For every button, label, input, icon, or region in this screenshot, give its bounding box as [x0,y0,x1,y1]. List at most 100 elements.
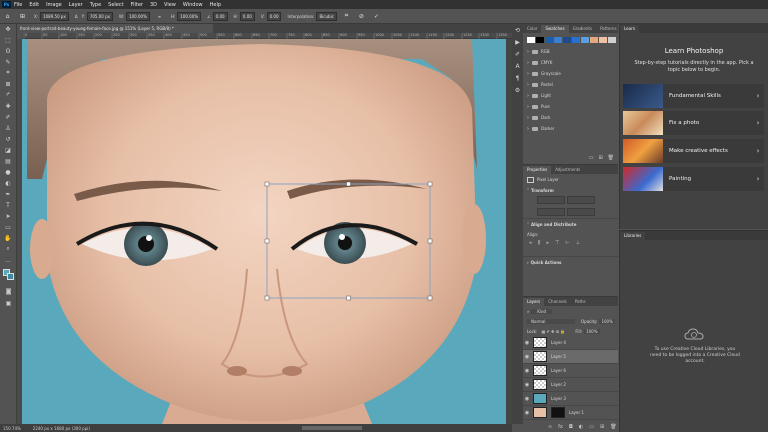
fx-icon[interactable]: fx [558,424,563,430]
learn-card-painting[interactable]: Painting › [623,167,764,191]
layer-name[interactable]: Layer 2 [551,382,566,387]
commit-transform-icon[interactable]: ✓ [373,13,380,20]
delete-swatch-icon[interactable]: 🗑 [608,155,614,161]
tab-gradients[interactable]: Gradients [569,25,597,33]
menu-window[interactable]: Window [183,2,203,8]
tab-patterns[interactable]: Patterns [596,25,620,33]
tab-swatches[interactable]: Swatches [541,25,569,33]
handle-bottom-right[interactable] [427,295,433,301]
color-swatch[interactable] [599,37,607,43]
tab-libraries[interactable]: Libraries [620,232,646,240]
history-brush-tool-icon[interactable]: ↺ [2,134,15,144]
reference-point-icon[interactable]: ⊞ [19,13,26,20]
brush-settings-icon[interactable]: ✐ [513,50,522,59]
menu-help[interactable]: Help [210,2,221,8]
healing-brush-tool-icon[interactable]: ✚ [2,101,15,111]
tab-learn[interactable]: Learn [620,25,640,33]
handle-left[interactable] [264,238,270,244]
actions-icon[interactable]: ▶ [513,38,522,47]
handle-bottom-left[interactable] [264,295,270,301]
swatch-folder-cmyk[interactable]: › CMYK [523,57,618,68]
layer-row[interactable]: ◉ Layer 5 [523,350,618,364]
document-tab[interactable]: front-view-portrait-beauty-young-female-… [17,24,213,33]
opacity-field[interactable]: 100% [599,318,615,324]
layer-row[interactable]: ◉ Layer 3 [523,392,618,406]
crop-tool-icon[interactable]: ⌗ [2,68,15,78]
path-select-tool-icon[interactable]: ➤ [2,211,15,221]
menu-edit[interactable]: Edit [29,2,39,8]
layer-row[interactable]: ◉ Layer 1 [523,406,618,420]
layer-name[interactable]: Layer 4 [551,340,566,345]
horizontal-scrollbar[interactable] [302,426,362,430]
layer-mask-thumbnail[interactable] [551,407,565,418]
move-tool-icon[interactable]: ✥ [2,24,15,34]
transform-x-field[interactable] [537,208,565,216]
type-tool-icon[interactable]: T [2,200,15,210]
color-swatch[interactable] [608,37,616,43]
align-center-icon[interactable]: ⫼ [538,240,540,246]
color-swatch[interactable] [572,37,580,43]
clone-stamp-tool-icon[interactable]: ♙ [2,123,15,133]
visibility-eye-icon[interactable]: ◉ [523,354,531,360]
lock-icons[interactable]: ▦ ✐ ✥ ⊞ 🔒 [541,329,565,334]
tab-adjustments[interactable]: Adjustments [551,166,584,174]
visibility-eye-icon[interactable]: ◉ [523,368,531,374]
visibility-eye-icon[interactable]: ◉ [523,382,531,388]
layer-name[interactable]: Layer 1 [569,410,584,415]
align-right-icon[interactable]: ⫸ [546,240,549,246]
quick-select-tool-icon[interactable]: ✎ [2,57,15,67]
gradient-tool-icon[interactable]: ▤ [2,156,15,166]
warp-icon[interactable]: ⌗ [343,12,350,20]
quick-mask-icon[interactable]: ◙ [2,286,15,296]
rectangle-tool-icon[interactable]: ▭ [2,222,15,232]
interpolation-select[interactable]: Bicubic [316,11,337,21]
layer-row[interactable]: ◉ Layer 2 [523,378,618,392]
swatch-folder-pastel[interactable]: › Pastel [523,79,618,90]
color-swatch[interactable] [545,37,553,43]
tab-properties[interactable]: Properties [523,166,552,174]
align-section-header[interactable]: ˅ Align and Distribute [523,218,618,230]
learn-card-fix-a-photo[interactable]: Fix a photo › [623,111,764,135]
add-mask-icon[interactable]: ◘ [569,424,573,430]
menu-file[interactable]: File [14,2,22,8]
blur-tool-icon[interactable]: ● [2,167,15,177]
handle-top-right[interactable] [427,181,433,187]
transform-height-field[interactable] [567,196,595,204]
new-layer-icon[interactable]: ⊞ [600,424,604,430]
layer-name[interactable]: Layer 5 [551,354,566,359]
pen-tool-icon[interactable]: ✒ [2,189,15,199]
menu-view[interactable]: View [164,2,176,8]
layer-filter-kind[interactable]: Kind [531,308,553,314]
transform-y-field[interactable] [567,208,595,216]
handle-top-left[interactable] [264,181,270,187]
menu-filter[interactable]: Filter [131,2,143,8]
hskew-field[interactable]: 0.00 [239,11,255,21]
lasso-tool-icon[interactable]: ʘ [2,46,15,56]
visibility-eye-icon[interactable]: ◉ [523,410,531,416]
align-bottom-icon[interactable]: ⊥ [576,240,580,246]
tab-channels[interactable]: Channels [544,298,571,306]
color-swatch[interactable] [590,37,598,43]
learn-card-creative-effects[interactable]: Make creative effects › [623,139,764,163]
align-left-icon[interactable]: ⫷ [529,240,532,246]
adjust-icon[interactable]: ⚙ [513,86,522,95]
layer-row[interactable]: ◉ Layer 6 [523,364,618,378]
swatch-folder-darker[interactable]: › Darker [523,123,618,134]
visibility-eye-icon[interactable]: ◉ [523,340,531,346]
new-group-icon[interactable]: ▭ [589,155,594,161]
tab-paths[interactable]: Paths [571,298,590,306]
layer-row[interactable]: ◉ Layer 4 [523,336,618,350]
home-icon[interactable]: ⌂ [4,13,11,20]
height-field[interactable]: 100.00% [177,11,202,21]
more-tools-icon[interactable]: … [2,255,15,265]
color-swatch[interactable] [527,37,535,43]
link-icon[interactable]: ∞ [156,13,163,20]
hand-tool-icon[interactable]: ✋ [2,233,15,243]
new-group-icon[interactable]: ▭ [589,424,594,430]
swatch-folder-grayscale[interactable]: › Grayscale [523,68,618,79]
y-position-field[interactable]: 705.00 px [86,11,114,21]
handle-right[interactable] [427,238,433,244]
adjustment-layer-icon[interactable]: ◐ [579,424,583,430]
blend-mode-select[interactable]: Normal [527,318,575,324]
eyedropper-tool-icon[interactable]: ⌿ [2,90,15,100]
